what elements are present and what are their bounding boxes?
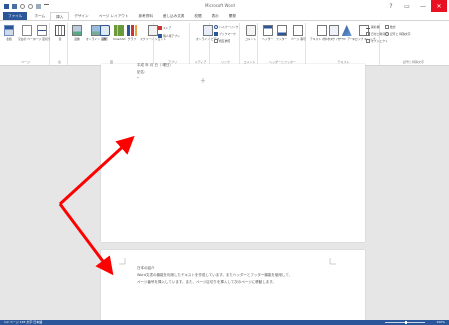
hyperlink-button[interactable]: ハイパーリンク xyxy=(214,25,238,29)
cover-page-button[interactable]: 表紙 xyxy=(4,25,14,41)
pictures-button[interactable]: 画像 xyxy=(72,25,82,41)
group-links: ハイパーリンク ブックマーク 相互参照 リンク xyxy=(212,23,240,65)
redo-icon[interactable] xyxy=(28,3,33,9)
smartart-button[interactable]: SmartArt xyxy=(113,25,126,41)
page1-line-2: 記名： xyxy=(137,70,148,74)
my-apps-icon xyxy=(158,34,162,38)
bookmark-icon xyxy=(214,32,218,36)
tab-home[interactable]: ホーム xyxy=(29,12,50,20)
ribbon-display-button[interactable]: ▭ xyxy=(399,0,415,12)
chart-button[interactable]: グラフ xyxy=(127,25,137,41)
bookmark-button[interactable]: ブックマーク xyxy=(214,32,236,36)
tab-review[interactable]: 校閲 xyxy=(189,12,206,20)
group-header-footer: ヘッダー フッター ページ 番号 ヘッダーとフッター xyxy=(260,23,306,65)
tab-mailings[interactable]: 差し込み文書 xyxy=(158,12,190,20)
equation-button[interactable]: 数式 xyxy=(385,25,396,29)
status-bar: 1/2 ページ 183 文字 日本語 100% xyxy=(0,320,449,325)
document-page-2[interactable]: 日本の紹介 Word文書の機能を利用したテキストを作成しています。またヘッダーと… xyxy=(101,250,365,325)
help-button[interactable]: ? xyxy=(383,0,399,12)
group-media: オンライン ビデオ メディア xyxy=(192,23,219,65)
cover-page-icon xyxy=(4,25,14,36)
table-icon xyxy=(55,25,65,36)
group-apps: ストア 個人用アプリ アプリ xyxy=(156,23,190,65)
chart-icon xyxy=(127,25,137,36)
margin-corner-mark xyxy=(119,258,126,265)
wordart-icon xyxy=(341,25,352,36)
table-button[interactable]: 表 xyxy=(55,25,65,41)
margin-corner-mark xyxy=(329,258,336,265)
symbol-icon xyxy=(385,32,389,36)
tab-insert[interactable]: 挿入 xyxy=(50,12,70,20)
group-table: 表 表 xyxy=(52,23,68,65)
group-comments: コメント コメント xyxy=(242,23,258,65)
window-controls: ? ▭ — ✕ xyxy=(383,0,447,12)
my-apps-button[interactable]: 個人用アプリ xyxy=(158,34,180,38)
word-logo-icon xyxy=(4,3,9,9)
zoom-level[interactable]: 100% xyxy=(436,320,445,325)
quick-access-toolbar xyxy=(4,3,49,9)
tab-file[interactable]: ファイル xyxy=(3,12,28,20)
page-number-button[interactable]: ページ 番号 xyxy=(291,25,306,41)
tab-references[interactable]: 参考資料 xyxy=(133,12,157,20)
shapes-icon xyxy=(100,25,110,36)
equation-icon xyxy=(385,25,389,29)
title-bar: Microsoft Word ? ▭ — ✕ xyxy=(0,0,449,12)
smartart-icon xyxy=(114,25,125,36)
group-text: テキスト ボックス クイック パーツ ワード アート ドロップ キャップ 署名欄… xyxy=(310,23,388,65)
store-icon xyxy=(158,26,162,30)
footer-icon xyxy=(276,25,287,36)
tab-view[interactable]: 表示 xyxy=(207,12,224,20)
tab-page-layout[interactable]: ページ レイアウト xyxy=(94,12,134,20)
qat-more-icon[interactable] xyxy=(44,3,49,9)
page1-line-1: 平成 年 月 日（ 曜日） xyxy=(137,63,173,67)
document-workspace[interactable]: 平成 年 月 日（ 曜日） 記名： 日本の紹介 Word文書の機能を利用したテキ… xyxy=(0,63,449,325)
group-illustrations: 画像 オンライン 画像 図形 SmartArt グラフ スクリーン ショット 図 xyxy=(70,23,166,65)
object-icon xyxy=(366,39,370,43)
window-title: Microsoft Word xyxy=(205,3,235,8)
comment-button[interactable]: コメント xyxy=(245,25,256,41)
footer-button[interactable]: フッター xyxy=(276,25,287,41)
save-icon[interactable] xyxy=(12,3,17,9)
cross-reference-button[interactable]: 相互参照 xyxy=(214,39,230,43)
page-break-button[interactable]: ページ 区切り xyxy=(33,25,51,41)
comment-icon xyxy=(245,25,256,36)
group-symbols: 数式 記号と 特殊文字 記号と特殊文字 xyxy=(382,23,445,65)
document-page-1[interactable]: 平成 年 月 日（ 曜日） 記名： xyxy=(101,63,365,242)
date-time-icon xyxy=(366,32,370,36)
ribbon-tabs: ファイル ホーム 挿入 デザイン ページ レイアウト 参考資料 差し込み文書 校… xyxy=(0,12,449,20)
signature-line-icon xyxy=(366,25,370,29)
status-left: 1/2 ページ 183 文字 日本語 xyxy=(4,320,43,324)
group-pages: 表紙 空白の ページ ページ 区切り ページ xyxy=(2,23,51,65)
store-button[interactable]: ストア xyxy=(158,26,171,30)
header-icon xyxy=(262,25,273,36)
signature-line-button[interactable]: 署名欄 xyxy=(366,25,379,29)
ribbon: 表紙 空白の ページ ページ 区切り ページ 表 表 画像 オンライン 画像 図… xyxy=(0,20,449,66)
header-button[interactable]: ヘッダー xyxy=(262,25,273,41)
hyperlink-icon xyxy=(214,25,218,29)
page2-heading: 日本の紹介 xyxy=(137,266,155,270)
close-button[interactable]: ✕ xyxy=(431,0,447,12)
undo-icon[interactable] xyxy=(20,3,25,9)
minimize-button[interactable]: — xyxy=(415,0,431,12)
symbol-button[interactable]: 記号と 特殊文字 xyxy=(385,32,410,36)
cross-reference-icon xyxy=(214,39,218,43)
mouse-pointer-icon xyxy=(201,78,205,83)
blank-page-icon xyxy=(21,25,32,36)
tab-design[interactable]: デザイン xyxy=(69,12,93,20)
picture-icon xyxy=(72,25,82,36)
page2-line-1: Word文書の機能を利用したテキストを作成しています。またヘッダーとフッター機能… xyxy=(137,273,293,277)
page2-line-2: ページ番号を挿入しています。また、ページ区切りを挿入して次のページに移動します。 xyxy=(137,280,276,284)
shapes-button[interactable]: 図形 xyxy=(100,25,110,41)
page-number-icon xyxy=(293,25,304,36)
tab-developer[interactable]: 開発 xyxy=(224,12,241,20)
page1-paragraph-mark xyxy=(137,77,139,78)
page-break-icon xyxy=(36,25,47,36)
print-preview-icon[interactable] xyxy=(36,3,41,9)
zoom-slider-thumb[interactable] xyxy=(405,321,407,324)
